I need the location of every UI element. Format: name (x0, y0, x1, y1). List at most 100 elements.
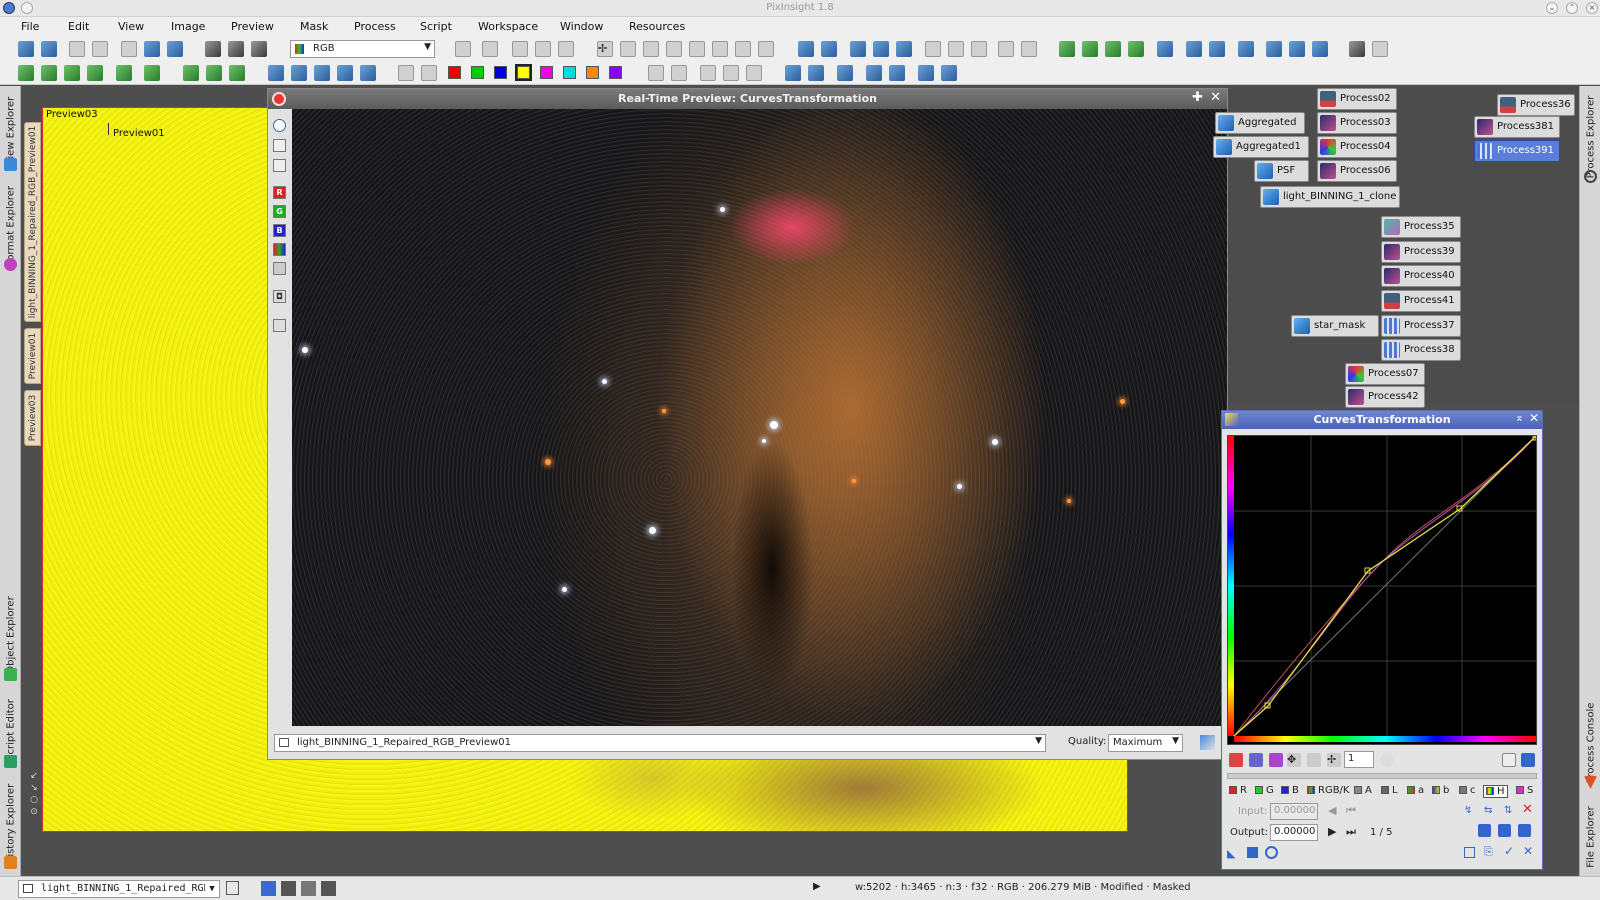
view-nav-icons[interactable]: ↙ ↘ ○ ⊙ (28, 770, 40, 828)
screen-icon-1[interactable] (785, 65, 801, 81)
curves-graph[interactable] (1227, 435, 1537, 745)
mirror-v-icon[interactable]: ⇅ (1504, 805, 1512, 816)
apply-global-icon[interactable] (1247, 847, 1258, 858)
process-icon-process41[interactable]: Process41 (1381, 290, 1461, 312)
process-icon-2[interactable] (1082, 41, 1098, 57)
restore-curve-icon[interactable] (1498, 824, 1511, 837)
channel-r[interactable]: R (1229, 785, 1247, 796)
prev-point-icon[interactable]: ◀ (1328, 804, 1336, 817)
next-point-icon[interactable]: ▶ (1328, 825, 1336, 838)
status-view-select[interactable]: light_BINNING_1_Repaired_RGB ▼ (18, 880, 220, 898)
show-grid-icon[interactable] (1521, 753, 1535, 767)
tool-icon-7[interactable] (1312, 41, 1328, 57)
redo-all-icon[interactable] (92, 41, 108, 57)
process-icon-psf[interactable]: PSF (1254, 160, 1309, 182)
quality-select[interactable]: Maximum ▼ (1108, 734, 1183, 752)
channel-l[interactable]: L (1381, 785, 1398, 796)
tab-process-console[interactable]: Process Console (1580, 694, 1600, 792)
channel-rgbk[interactable]: RGB/K (1307, 785, 1349, 796)
blue-channel-icon[interactable] (494, 66, 507, 79)
reset-icon[interactable]: ⎘ (1484, 845, 1493, 859)
undo-icon[interactable] (18, 41, 34, 57)
edit-preview-icon[interactable] (689, 41, 705, 57)
channel-a[interactable]: A (1354, 785, 1372, 796)
redo-icon[interactable] (41, 41, 57, 57)
swap-curve-icon[interactable] (1518, 824, 1531, 837)
tab-format-explorer[interactable]: Format Explorer (0, 178, 21, 274)
display-icon-5[interactable] (746, 65, 762, 81)
process-icon-process35[interactable]: Process35 (1381, 216, 1461, 238)
select-point-icon[interactable] (1249, 753, 1263, 767)
process-icon-process03[interactable]: Process03 (1317, 112, 1397, 134)
process-icon-process06[interactable]: Process06 (1317, 160, 1397, 182)
screen-icon-7[interactable] (941, 65, 957, 81)
stf-reset-icon[interactable] (144, 65, 160, 81)
process-icon-process36[interactable]: Process36 (1497, 94, 1575, 116)
frame-tool-icon[interactable] (273, 139, 286, 152)
preview-titlebar[interactable]: Real-Time Preview: CurvesTransformation … (268, 89, 1227, 109)
tool-icon-3[interactable] (1209, 41, 1225, 57)
process-icon-1[interactable] (1059, 41, 1075, 57)
process-icon-process381[interactable]: Process381 (1474, 116, 1560, 138)
copy-icon[interactable] (558, 41, 574, 57)
store-curve-icon[interactable] (1478, 824, 1491, 837)
process-icon-3[interactable] (1105, 41, 1121, 57)
process-icon-star-mask[interactable]: star_mask (1291, 315, 1379, 337)
channel-b-lab[interactable]: b (1432, 785, 1449, 796)
channel-s[interactable]: S (1516, 785, 1533, 796)
tab-history-explorer[interactable]: History Explorer (0, 776, 21, 871)
bw-icon[interactable] (1349, 41, 1365, 57)
pan-mode-icon[interactable]: ✢ (597, 41, 613, 57)
channel-g[interactable]: G (1255, 785, 1274, 796)
clone-preview-icon[interactable] (455, 41, 471, 57)
doc-tab-main[interactable]: light_BINNING_1_Repaired_RGB_Preview01 (24, 122, 41, 322)
edit-point-icon[interactable] (1229, 753, 1243, 767)
menu-mask[interactable]: Mask (300, 20, 328, 33)
tool-icon-5[interactable] (1266, 41, 1282, 57)
select-icon[interactable] (535, 41, 551, 57)
preview-image[interactable] (292, 109, 1227, 726)
stf-icon-2[interactable] (41, 65, 57, 81)
readout-mode-icon[interactable] (643, 41, 659, 57)
fit-view-icon[interactable] (925, 41, 941, 57)
process-icon-process38[interactable]: Process38 (1381, 339, 1461, 361)
dynamic-preview-icon[interactable] (735, 41, 751, 57)
zoom-1-1-icon[interactable] (850, 41, 866, 57)
channel-b[interactable]: B (1281, 785, 1299, 796)
screen-icon-5[interactable] (889, 65, 905, 81)
tab-view-explorer[interactable]: View Explorer (0, 90, 21, 172)
rotate-icon[interactable] (268, 65, 284, 81)
stf-icon-4[interactable] (87, 65, 103, 81)
red-channel-toggle-icon[interactable]: R (273, 186, 286, 199)
tab-process-explorer[interactable]: Process Explorer (1580, 88, 1600, 186)
clone-image-icon[interactable] (144, 41, 160, 57)
browse-docs-icon[interactable] (1464, 847, 1475, 858)
magenta-mask-icon[interactable] (540, 66, 553, 79)
cancel-x-icon[interactable]: ✕ (1523, 844, 1533, 858)
display-mode-1-icon[interactable] (261, 881, 276, 896)
menu-window[interactable]: Window (560, 20, 603, 33)
orange-mask-icon[interactable] (586, 66, 599, 79)
stf-icon-1[interactable] (18, 65, 34, 81)
channel-h[interactable]: H (1483, 785, 1508, 798)
frame2-tool-icon[interactable] (273, 159, 286, 172)
process-icon-process37[interactable]: Process37 (1381, 315, 1461, 337)
copy-preview-icon[interactable] (273, 319, 286, 332)
cube-icon-3[interactable] (229, 65, 245, 81)
tab-file-explorer[interactable]: File Explorer (1580, 798, 1600, 876)
yellow-mask-icon[interactable] (515, 64, 532, 81)
process-icon-process391[interactable]: Process391 (1474, 140, 1560, 162)
tool-icon-2[interactable] (1186, 41, 1202, 57)
cursor-icon[interactable] (758, 41, 774, 57)
flip-icon-1[interactable] (291, 65, 307, 81)
zoom-out-icon[interactable] (821, 41, 837, 57)
options-icon[interactable] (1200, 735, 1215, 750)
green-channel-icon[interactable] (471, 66, 484, 79)
menu-view[interactable]: View (118, 20, 144, 33)
process-icon-process42[interactable]: Process42 (1345, 386, 1425, 408)
violet-mask-icon[interactable] (609, 66, 622, 79)
mask-invert-icon[interactable] (251, 41, 267, 57)
color-space-select[interactable]: RGB ▼ (290, 40, 435, 58)
pin-icon[interactable]: ✚ (1192, 90, 1203, 105)
curves-scrollbar[interactable] (1227, 773, 1537, 779)
